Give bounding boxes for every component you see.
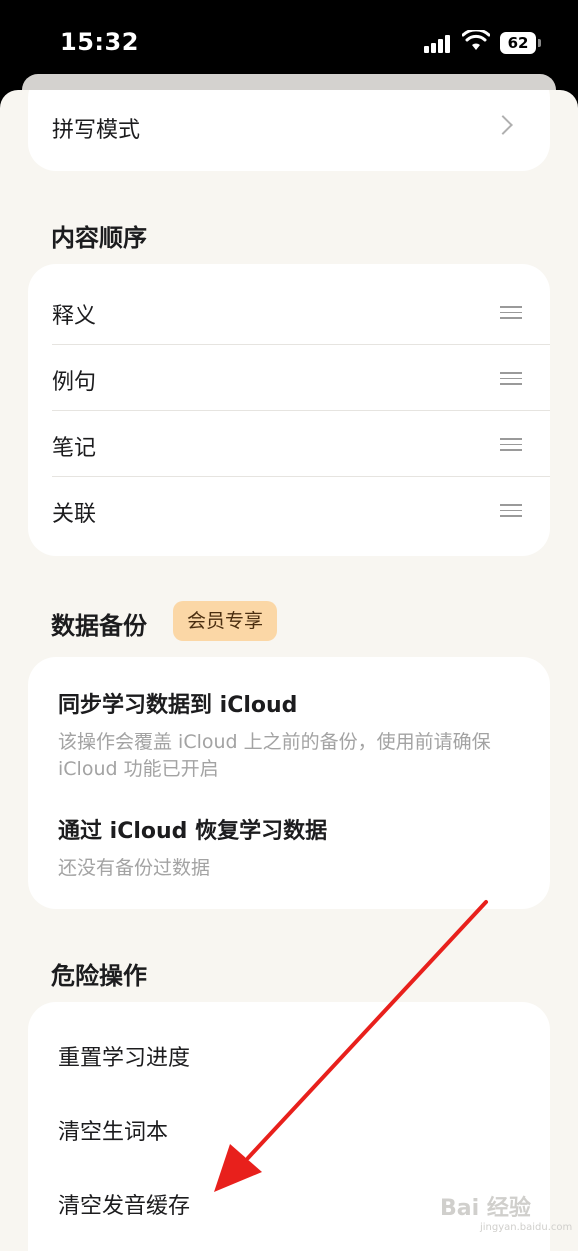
battery-tip [538,39,541,47]
cellular-signal-icon [424,33,454,53]
restore-icloud-description: 还没有备份过数据 [58,857,211,879]
member-only-badge: 会员专享 [173,601,278,641]
clear-audio-cache-label: 清空发音缓存 [58,1194,191,1219]
data-backup-card: 同步学习数据到 iCloud 该操作会覆盖 iCloud 上之前的备份，使用前请… [28,657,550,909]
sync-icloud-title: 同步学习数据到 iCloud [58,693,298,718]
sync-icloud-row[interactable]: 同步学习数据到 iCloud 该操作会覆盖 iCloud 上之前的备份，使用前请… [28,657,550,781]
content-order-title: 内容顺序 [51,224,147,252]
spell-mode-card: 拼写模式 [28,90,550,171]
spell-mode-row[interactable]: 拼写模式 [28,90,550,171]
reset-progress-label: 重置学习进度 [58,1046,191,1071]
data-backup-title: 数据备份 [51,612,147,640]
order-item-label: 关联 [52,502,97,527]
spell-mode-label: 拼写模式 [52,118,141,143]
sync-icloud-description: 该操作会覆盖 iCloud 上之前的备份，使用前请确保 iCloud 功能已开启 [58,731,491,780]
reset-progress-row[interactable]: 重置学习进度 [28,1016,550,1090]
order-item-label: 例句 [52,370,97,395]
drag-handle-icon[interactable] [500,504,522,517]
order-item-label: 释义 [52,304,97,329]
drag-handle-icon[interactable] [500,372,522,385]
content-order-card: 释义 例句 笔记 关联 [28,264,550,556]
drag-handle-icon[interactable] [500,306,522,319]
order-item-related[interactable]: 关联 [28,476,550,542]
chevron-right-icon [493,115,513,135]
settings-sheet: 拼写模式 内容顺序 释义 例句 笔记 关联 数据备份 会员专享 同步学习数据到 … [0,90,578,1251]
order-item-definition[interactable]: 释义 [28,278,550,344]
clear-wordbook-label: 清空生词本 [58,1120,169,1145]
watermark-text: Bai 经验 [440,1196,531,1221]
clear-wordbook-row[interactable]: 清空生词本 [28,1090,550,1164]
restore-icloud-title: 通过 iCloud 恢复学习数据 [58,819,328,844]
wifi-icon [462,30,490,50]
watermark-subtext: jingyan.baidu.com [480,1222,573,1233]
order-item-example[interactable]: 例句 [28,344,550,410]
watermark-logo: Bai 经验 jingyan.baidu.com [440,1190,572,1233]
danger-zone-title: 危险操作 [51,962,147,990]
order-item-notes[interactable]: 笔记 [28,410,550,476]
restore-icloud-row[interactable]: 通过 iCloud 恢复学习数据 还没有备份过数据 [28,797,550,897]
order-item-label: 笔记 [52,436,97,461]
drag-handle-icon[interactable] [500,438,522,451]
status-time: 15:32 [60,28,139,56]
battery-icon: 62 [500,32,536,54]
